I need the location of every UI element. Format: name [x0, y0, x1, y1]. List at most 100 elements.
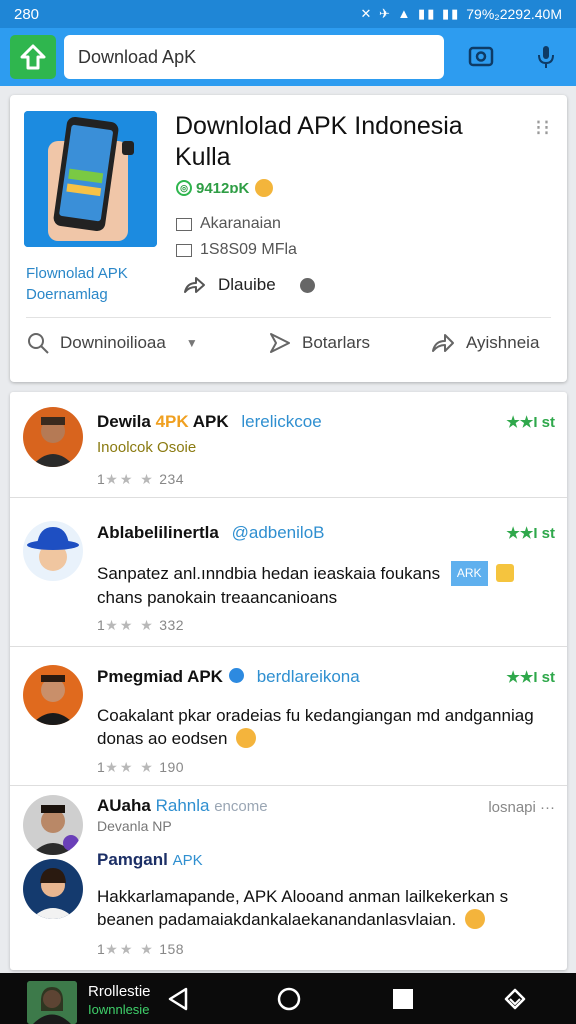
rating-value: 9412ɒK: [196, 179, 250, 197]
footer-count: 332: [159, 617, 185, 633]
avatar[interactable]: [23, 665, 83, 725]
post-body-line-2: chans panokain treaancanioans: [97, 588, 338, 607]
back-button[interactable]: [166, 987, 190, 1011]
share-arrow-icon: [184, 277, 205, 293]
post-footer: 1★★ ★ 234: [97, 471, 184, 488]
share-action[interactable]: Ayishneia: [430, 332, 539, 354]
author-handle[interactable]: @adbeniloB: [232, 523, 325, 542]
rating-stars-icon: ★★ ★: [105, 941, 155, 957]
details-action[interactable]: Botarlars: [268, 331, 430, 355]
post-author[interactable]: AUaha Rahnla encome: [97, 796, 268, 816]
avatar[interactable]: [23, 795, 83, 855]
post-time[interactable]: losnapi ···: [488, 799, 555, 816]
avatar[interactable]: [23, 521, 83, 581]
list-item[interactable]: Ablabelilinertla @adbeniloB ★★I st Sanpa…: [10, 499, 567, 647]
post-author[interactable]: Dewila 4PK APK lerelickcoe: [97, 412, 322, 432]
share-icon: [432, 334, 454, 352]
list-item[interactable]: Dewila 4PK APK lerelickcoe ★★I st Inoolc…: [10, 392, 567, 498]
post-body: Hakkarlamapande, APK Alooand anman lailk…: [97, 885, 552, 931]
home-button[interactable]: [277, 987, 301, 1011]
author-name: AUaha: [97, 796, 151, 815]
post-subtitle: Devanla NP: [97, 818, 172, 834]
rating-stars-icon: ★★ ★: [105, 759, 155, 775]
mic-icon[interactable]: [532, 43, 560, 71]
emoji-icon: [496, 564, 515, 582]
post-stars: ★★I st: [506, 669, 555, 686]
footer-count: 190: [159, 759, 185, 775]
recents-square-icon: [393, 989, 413, 1009]
post-author-2[interactable]: Pamganl APK: [97, 850, 203, 870]
featured-app-card[interactable]: Downlolad APK Indonesia Kulla ⁝⁝ ◎ 9412ɒ…: [10, 95, 567, 382]
author-handle[interactable]: berdlareikona: [257, 667, 360, 686]
status-icons: ✕ ✈ ▲ ▮▮ ▮▮: [360, 6, 461, 21]
post-body-line-1: Sanpatez anl.ınndbia hedan ieaskaia fouk…: [97, 564, 441, 583]
verified-badge-icon: [228, 668, 244, 683]
post-stars: ★★I st: [506, 525, 555, 542]
home-circle-icon: [277, 987, 301, 1011]
post-subtitle: Inoolcok Osoie: [97, 439, 197, 456]
rating-icon: ◎: [176, 180, 192, 196]
post-list: Dewila 4PK APK lerelickcoe ★★I st Inoolc…: [10, 392, 567, 970]
send-icon: [270, 333, 290, 353]
author-handle[interactable]: lerelickcoe: [241, 412, 321, 431]
rating-stars-icon: ★★ ★: [105, 617, 155, 633]
mini-player-subtitle: Iownnlesie: [88, 1002, 150, 1017]
status-time: 280: [14, 5, 40, 23]
download-action[interactable]: Downinoilioaa ▼: [26, 331, 268, 355]
author-name: Ablabelilinertla: [97, 523, 219, 542]
tag-chip[interactable]: ARK: [450, 561, 488, 586]
card-divider: [26, 317, 551, 318]
post-stars: ★★I st: [506, 414, 555, 431]
publisher-text: Akaranaian: [200, 215, 281, 232]
size-text: 1S8S09 MFla: [200, 241, 297, 258]
list-item[interactable]: AUaha Rahnla encome losnapi ··· Devanla …: [10, 787, 567, 970]
thumbnail-caption-line-2: Doernamlag: [26, 286, 108, 303]
status-battery-text: 79%₂2292.40M: [466, 6, 562, 22]
share-label: Dlauibe: [218, 275, 276, 294]
thumbnail-caption-line-1: Flownolad APK: [26, 265, 128, 282]
app-logo-icon[interactable]: [10, 35, 56, 79]
app-rating: ◎ 9412ɒK: [176, 179, 274, 197]
publisher-row: Akaranaian: [176, 215, 281, 233]
author-suffix: APK: [192, 412, 229, 431]
thumbnail-caption[interactable]: Flownolad APK Doernamlag: [26, 263, 128, 305]
post-footer: 1★★ ★ 332: [97, 617, 184, 634]
mini-player-label[interactable]: Rrollestie Iownnlesie: [88, 983, 151, 1019]
recents-button[interactable]: [391, 987, 415, 1011]
post-body-text: Hakkarlamapande, APK Alooand anman lailk…: [97, 887, 509, 929]
list-item[interactable]: Pmegmiad APK berdlareikona ★★I st Coakal…: [10, 648, 567, 786]
publisher-icon: [176, 217, 192, 231]
emoji-icon: [236, 728, 257, 748]
chevron-down-icon: ▼: [185, 336, 198, 350]
share-action-label: Ayishneia: [466, 333, 540, 352]
more-options-icon[interactable]: ⁝⁝: [535, 115, 551, 141]
post-footer: 1★★ ★ 190: [97, 759, 184, 776]
status-right: ✕ ✈ ▲ ▮▮ ▮▮ 79%₂2292.40M: [361, 6, 562, 22]
post-author[interactable]: Ablabelilinertla @adbeniloB: [97, 523, 325, 543]
author-name: Dewila: [97, 412, 151, 431]
mini-player-thumbnail[interactable]: [27, 981, 77, 1024]
size-row: 1S8S09 MFla: [176, 241, 297, 259]
info-icon[interactable]: [299, 277, 315, 293]
file-size-icon: [176, 243, 192, 257]
top-app-bar: [0, 28, 576, 86]
share-button[interactable]: Dlauibe: [182, 275, 315, 295]
post-body-text: Coakalant pkar oradeias fu kedangiangan …: [97, 706, 534, 748]
app-thumbnail[interactable]: [24, 111, 157, 247]
footer-count: 158: [159, 941, 185, 957]
post-author[interactable]: Pmegmiad APK berdlareikona: [97, 667, 360, 687]
post-body: Coakalant pkar oradeias fu kedangiangan …: [97, 704, 552, 750]
search-icon: [28, 333, 49, 354]
cast-icon[interactable]: [467, 43, 495, 71]
coin-icon: [255, 179, 274, 197]
rating-stars-icon: ★★ ★: [105, 471, 155, 487]
author-name: Pamganl: [97, 850, 168, 869]
author-name-blue: Rahnla: [155, 796, 210, 815]
download-action-label: Downinoilioaa: [60, 333, 166, 352]
post-footer: 1★★ ★ 158: [97, 941, 184, 958]
assistant-button[interactable]: [503, 987, 527, 1011]
search-input[interactable]: [64, 35, 444, 79]
avatar[interactable]: [23, 859, 83, 919]
emoji-icon: [464, 909, 485, 929]
avatar[interactable]: [23, 407, 83, 467]
